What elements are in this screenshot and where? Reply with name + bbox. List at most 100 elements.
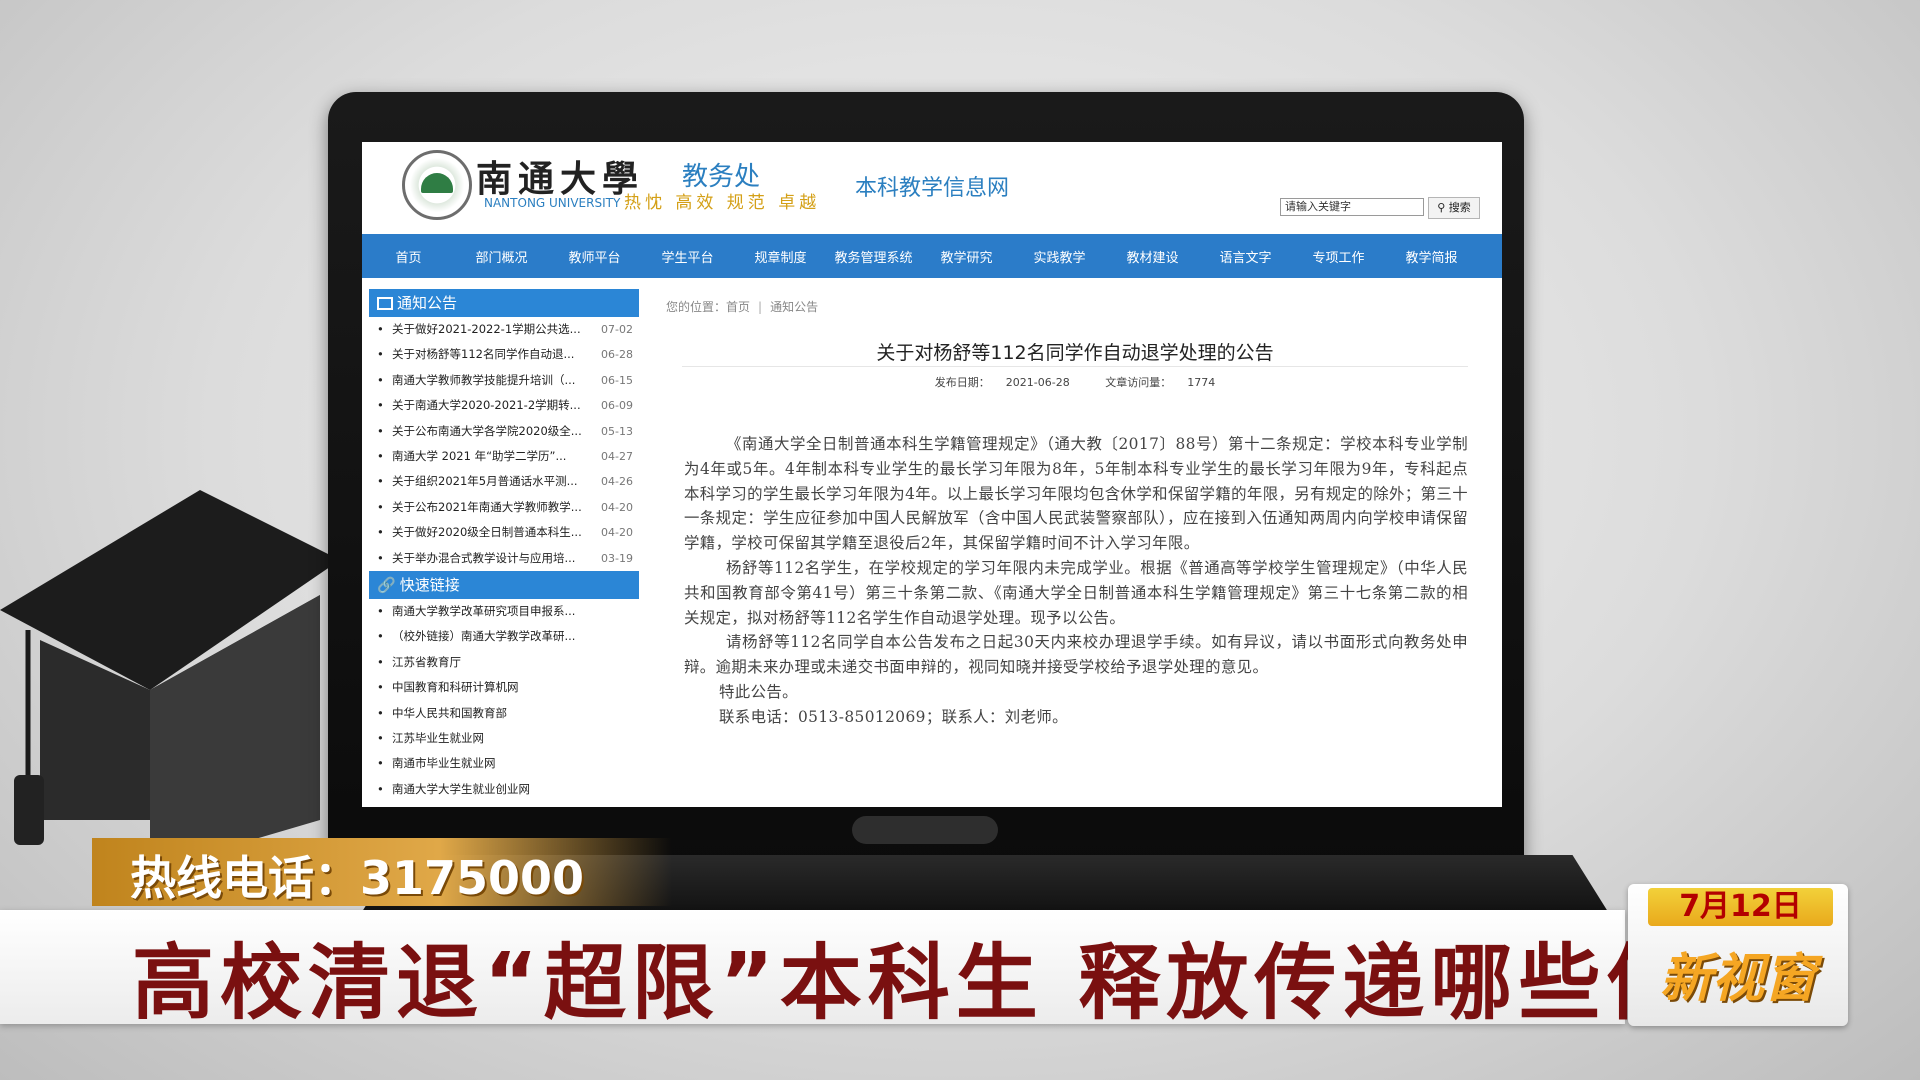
notice-date: 04-26: [601, 475, 633, 489]
notice-title[interactable]: 关于公布2021年南通大学教师教学...: [392, 495, 582, 520]
article-meta: 发布日期： 2021-06-28 文章访问量： 1774: [682, 374, 1468, 390]
article-paragraph: 杨舒等112名学生，在学校规定的学习年限内未完成学业。根据《普通高等学校学生管理…: [684, 558, 1468, 627]
notice-title[interactable]: 南通大学 2021 年“助学二学历”...: [392, 444, 582, 469]
notice-date: 04-20: [601, 500, 633, 514]
notice-list: • 关于做好2021-2022-1学期公共选... 07-02 • 关于对杨舒等112…: [369, 317, 639, 571]
article-title: 关于对杨舒等112名同学作自动退学处理的公告: [876, 342, 1274, 364]
search-button[interactable]: ⚲ 搜索: [1428, 197, 1480, 219]
quick-link-item[interactable]: • 中华人民共和国教育部: [369, 701, 639, 726]
notice-date: 04-27: [601, 449, 633, 463]
nav-item-research[interactable]: 教学研究: [920, 247, 1013, 266]
nav-item-language[interactable]: 语言文字: [1199, 247, 1292, 266]
graduation-cap-decoration: [0, 490, 340, 870]
notice-item[interactable]: • 关于做好2021-2022-1学期公共选... 07-02: [369, 317, 639, 342]
quick-link-label[interactable]: 中华人民共和国教育部: [392, 701, 507, 726]
breadcrumb: 您的位置：首页 | 通知公告: [666, 300, 819, 314]
quick-link-label[interactable]: 南通大学教学改革研究项目申报系...: [392, 599, 575, 624]
site-name[interactable]: 本科教学信息网: [855, 170, 1009, 202]
nav-item-regulations[interactable]: 规章制度: [734, 247, 827, 266]
nav-item-department[interactable]: 部门概况: [455, 247, 548, 266]
quick-link-item[interactable]: • 南通大学大学生就业创业网: [369, 777, 639, 802]
notice-item[interactable]: • 南通大学教师教学技能提升培训（... 06-15: [369, 368, 639, 393]
notice-date: 03-19: [601, 551, 633, 565]
notice-title[interactable]: 关于南通大学2020-2021-2学期转...: [392, 393, 582, 418]
nav-item-teacher[interactable]: 教师平台: [548, 247, 641, 266]
quick-link-item[interactable]: • （校外链接）南通大学教学改革研...: [369, 624, 639, 649]
article-paragraph: 请杨舒等112名同学自本公告发布之日起30天内来校办理退学手续。如有异议，请以书…: [684, 633, 1468, 677]
breadcrumb-current[interactable]: 通知公告: [770, 300, 818, 314]
notice-icon: [377, 297, 393, 310]
search-input[interactable]: 请输入关键字: [1280, 198, 1424, 216]
notice-item[interactable]: • 关于组织2021年5月普通话水平测... 04-26: [369, 469, 639, 494]
link-icon: 🔗: [377, 576, 396, 594]
breadcrumb-home[interactable]: 首页: [726, 300, 750, 314]
notice-item[interactable]: • 关于对杨舒等112名同学作自动退... 06-28: [369, 342, 639, 367]
notice-title[interactable]: 关于做好2020级全日制普通本科生...: [392, 520, 582, 545]
quick-link-label[interactable]: 南通大学大学生就业创业网: [392, 777, 530, 802]
quick-link-item[interactable]: • 中国教育和科研计算机网: [369, 675, 639, 700]
article-paragraph: 联系电话：0513-85012069；联系人：刘老师。: [719, 707, 1068, 726]
links-title: 快速链接: [399, 576, 460, 594]
notice-title[interactable]: 关于举办混合式教学设计与应用培...: [392, 546, 582, 571]
notice-item[interactable]: • 关于举办混合式教学设计与应用培... 03-19: [369, 546, 639, 571]
news-headline: 高校清退“超限”本科生 释放传递哪些信号: [132, 936, 1783, 1031]
nav-item-academic-system[interactable]: 教务管理系统: [827, 247, 920, 266]
program-logo: 新视窗: [1659, 949, 1816, 1009]
quick-link-label[interactable]: （校外链接）南通大学教学改革研...: [392, 624, 575, 649]
quick-link-item[interactable]: • 江苏毕业生就业网: [369, 726, 639, 751]
nav-item-practice[interactable]: 实践教学: [1013, 247, 1106, 266]
search-button-label: 搜索: [1448, 201, 1471, 214]
notice-item[interactable]: • 关于公布2021年南通大学教师教学... 04-20: [369, 495, 639, 520]
nav-item-student[interactable]: 学生平台: [641, 247, 734, 266]
quick-link-label[interactable]: 江苏毕业生就业网: [392, 726, 484, 751]
notices-header: 通知公告: [369, 289, 639, 317]
quick-link-item[interactable]: • 江苏省教育厅: [369, 650, 639, 675]
university-logo-en: NANTONG UNIVERSITY: [484, 196, 621, 210]
site-header: 南通大學 NANTONG UNIVERSITY 教务处 热忱 高效 规范 卓越 …: [362, 142, 1502, 234]
notice-title[interactable]: 关于公布南通大学各学院2020级全...: [392, 419, 582, 444]
hotline-text: 热线电话：3175000: [130, 851, 585, 905]
links-header: 🔗 快速链接: [369, 571, 639, 599]
quick-link-label[interactable]: 江苏省教育厅: [392, 650, 461, 675]
notice-title[interactable]: 关于对杨舒等112名同学作自动退...: [392, 342, 582, 367]
notice-date: 06-15: [601, 373, 633, 387]
article-paragraph: 《南通大学全日制普通本科生学籍管理规定》（通大教〔2017〕88号）第十二条规定…: [684, 435, 1468, 553]
notice-date: 04-20: [601, 526, 633, 540]
quick-link-label[interactable]: 中国教育和科研计算机网: [392, 675, 519, 700]
article-body: 《南通大学全日制普通本科生学籍管理规定》（通大教〔2017〕88号）第十二条规定…: [684, 432, 1468, 730]
notice-title[interactable]: 关于组织2021年5月普通话水平测...: [392, 469, 582, 494]
publish-label: 发布日期：: [934, 376, 990, 389]
quick-links-list: • 南通大学教学改革研究项目申报系... • （校外链接）南通大学教学改革研... …: [369, 599, 639, 802]
university-motto: 热忱 高效 规范 卓越: [624, 193, 821, 213]
notice-date: 06-09: [601, 399, 633, 413]
nav-item-textbooks[interactable]: 教材建设: [1106, 247, 1199, 266]
notice-date: 05-13: [601, 424, 633, 438]
notice-item[interactable]: • 关于南通大学2020-2021-2学期转... 06-09: [369, 393, 639, 418]
notice-item[interactable]: • 关于做好2020级全日制普通本科生... 04-20: [369, 520, 639, 545]
notice-title[interactable]: 南通大学教师教学技能提升培训（...: [392, 368, 582, 393]
search-icon: ⚲: [1437, 201, 1446, 214]
browser-screen: 南通大學 NANTONG UNIVERSITY 教务处 热忱 高效 规范 卓越 …: [362, 142, 1502, 807]
main-nav: 首页 部门概况 教师平台 学生平台 规章制度 教务管理系统 教学研究 实践教学 …: [362, 234, 1502, 278]
views-label: 文章访问量：: [1105, 376, 1172, 389]
notice-item[interactable]: • 南通大学 2021 年“助学二学历”... 04-27: [369, 444, 639, 469]
nav-item-home[interactable]: 首页: [362, 247, 455, 266]
laptop-trackpad: [852, 816, 998, 844]
university-logo-cn[interactable]: 南通大學: [476, 150, 644, 202]
quick-link-label[interactable]: 南通市毕业生就业网: [392, 751, 496, 776]
notice-item[interactable]: • 关于公布南通大学各学院2020级全... 05-13: [369, 419, 639, 444]
breadcrumb-label: 您的位置：: [666, 300, 727, 314]
notice-title[interactable]: 关于做好2021-2022-1学期公共选...: [392, 317, 582, 342]
notices-title: 通知公告: [397, 294, 458, 312]
title-divider: [682, 366, 1468, 367]
notice-date: 07-02: [601, 323, 633, 336]
university-emblem-icon: [402, 150, 472, 220]
nav-item-special[interactable]: 专项工作: [1292, 247, 1385, 266]
quick-link-item[interactable]: • 南通大学教学改革研究项目申报系...: [369, 599, 639, 624]
broadcast-date: 7月12日: [1648, 888, 1833, 926]
views-count: 1774: [1187, 376, 1216, 389]
nav-item-briefing[interactable]: 教学简报: [1385, 247, 1478, 266]
notice-date: 06-28: [601, 348, 633, 362]
quick-link-item[interactable]: • 南通市毕业生就业网: [369, 751, 639, 776]
program-badge: 7月12日 新视窗: [1628, 884, 1848, 1026]
